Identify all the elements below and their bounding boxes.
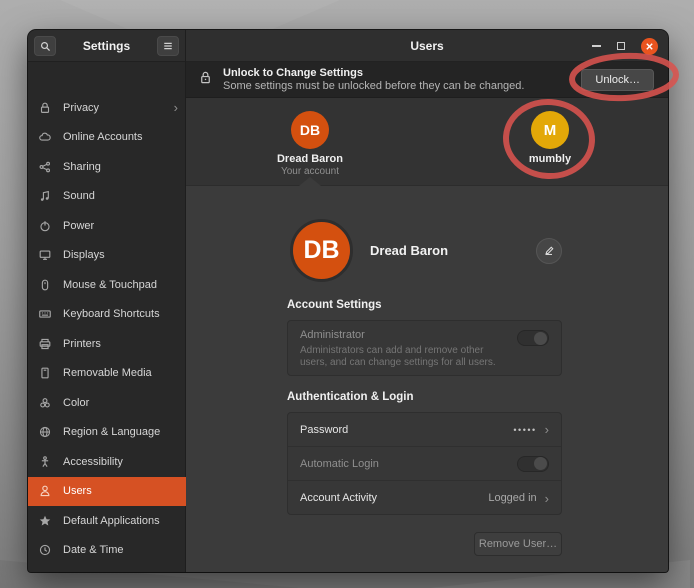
avatar: M — [531, 111, 569, 149]
sidebar-item-users[interactable]: Users — [28, 477, 186, 507]
unlock-button[interactable]: Unlock… — [581, 69, 654, 91]
user-name: Dread Baron — [277, 153, 343, 165]
keyboard-icon — [37, 306, 53, 322]
pencil-icon — [543, 245, 555, 257]
user-carousel: DB Dread Baron Your account M mumbly — [186, 98, 668, 186]
window-controls — [592, 30, 658, 62]
chevron-right-icon: › — [545, 491, 549, 506]
hamburger-menu-icon — [162, 40, 174, 52]
profile-name: Dread Baron — [370, 243, 448, 258]
sidebar-item-about[interactable]: About — [28, 565, 186, 572]
user-name: mumbly — [529, 153, 571, 165]
sidebar-item-online-accounts[interactable]: Online Accounts — [28, 123, 186, 153]
unlock-banner: Unlock to Change Settings Some settings … — [186, 62, 668, 98]
chevron-right-icon: › — [545, 422, 549, 437]
carousel-user-dread-baron[interactable]: DB Dread Baron Your account — [250, 111, 370, 177]
remove-user-button[interactable]: Remove User… — [474, 532, 562, 556]
sidebar-item-default-applications[interactable]: Default Applications — [28, 506, 186, 536]
your-account-label: Your account — [281, 166, 339, 177]
sidebar-item-keyboard-shortcuts[interactable]: Keyboard Shortcuts — [28, 300, 186, 330]
accessibility-icon — [37, 454, 53, 470]
cloud-icon — [37, 129, 53, 145]
administrator-description: Administrators can add and remove other … — [300, 345, 505, 369]
chevron-right-icon: › — [174, 100, 178, 115]
automatic-login-toggle[interactable] — [517, 456, 549, 472]
automatic-login-row: Automatic Login — [288, 447, 561, 481]
account-settings-card: Administrator Administrators can add and… — [287, 320, 562, 376]
sidebar-header: Settings — [28, 30, 185, 62]
star-icon — [37, 513, 53, 529]
sidebar-item-displays[interactable]: Displays — [28, 241, 186, 271]
globe-icon — [37, 424, 53, 440]
password-value: ••••• — [513, 425, 536, 435]
maximize-icon[interactable] — [617, 42, 625, 50]
lock-icon — [37, 100, 53, 116]
toggle-knob — [534, 332, 547, 345]
sidebar-item-sharing[interactable]: Sharing — [28, 152, 186, 182]
unlock-title: Unlock to Change Settings — [223, 67, 581, 80]
close-icon[interactable] — [641, 38, 658, 55]
lock-icon — [198, 70, 213, 90]
sidebar-item-color[interactable]: Color — [28, 388, 186, 418]
users-icon — [37, 483, 53, 499]
authentication-card: Password ••••• › Automatic Login Account… — [287, 412, 562, 515]
sidebar-item-mouse-touchpad[interactable]: Mouse & Touchpad — [28, 270, 186, 300]
unlock-subtitle: Some settings must be unlocked before th… — [223, 80, 581, 93]
account-settings-heading: Account Settings — [287, 299, 382, 311]
password-label: Password — [300, 424, 513, 436]
clock-icon — [37, 542, 53, 558]
authentication-login-heading: Authentication & Login — [287, 391, 413, 403]
sidebar-item-sound[interactable]: Sound — [28, 182, 186, 212]
sidebar: Settings Privacy › Online Accounts Shari… — [28, 30, 186, 572]
minimize-icon[interactable] — [592, 45, 601, 47]
power-icon — [37, 218, 53, 234]
selected-user-notch — [299, 177, 321, 186]
sidebar-item-privacy[interactable]: Privacy › — [28, 93, 186, 123]
administrator-label: Administrator — [300, 329, 549, 341]
color-icon — [37, 395, 53, 411]
sidebar-item-removable-media[interactable]: Removable Media — [28, 359, 186, 389]
sidebar-item-date-time[interactable]: Date & Time — [28, 536, 186, 566]
administrator-toggle[interactable] — [517, 330, 549, 346]
sidebar-item-accessibility[interactable]: Accessibility — [28, 447, 186, 477]
share-icon — [37, 159, 53, 175]
removable-media-icon — [37, 365, 53, 381]
sidebar-list: Privacy › Online Accounts Sharing Sound … — [28, 93, 186, 572]
unlock-texts: Unlock to Change Settings Some settings … — [223, 67, 581, 93]
settings-window: Settings Privacy › Online Accounts Shari… — [28, 30, 668, 572]
toggle-knob — [534, 457, 547, 470]
avatar: DB — [291, 111, 329, 149]
display-icon — [37, 247, 53, 263]
mouse-icon — [37, 277, 53, 293]
profile-avatar: DB — [290, 219, 353, 282]
edit-name-button[interactable] — [536, 238, 562, 264]
carousel-user-mumbly[interactable]: M mumbly — [490, 111, 610, 165]
sidebar-item-printers[interactable]: Printers — [28, 329, 186, 359]
sidebar-item-region-language[interactable]: Region & Language — [28, 418, 186, 448]
account-activity-row[interactable]: Account Activity Logged in › — [288, 481, 561, 515]
menu-button[interactable] — [157, 36, 179, 56]
account-activity-label: Account Activity — [300, 492, 488, 504]
printer-icon — [37, 336, 53, 352]
users-panel: Users Unlock to Change Settings Some set… — [186, 30, 668, 572]
account-activity-value: Logged in — [488, 492, 536, 504]
automatic-login-label: Automatic Login — [300, 458, 517, 470]
headerbar: Users — [186, 30, 668, 62]
sound-icon — [37, 188, 53, 204]
sidebar-item-power[interactable]: Power — [28, 211, 186, 241]
user-details: DB Dread Baron Account Settings Administ… — [186, 186, 668, 572]
password-row[interactable]: Password ••••• › — [288, 413, 561, 447]
